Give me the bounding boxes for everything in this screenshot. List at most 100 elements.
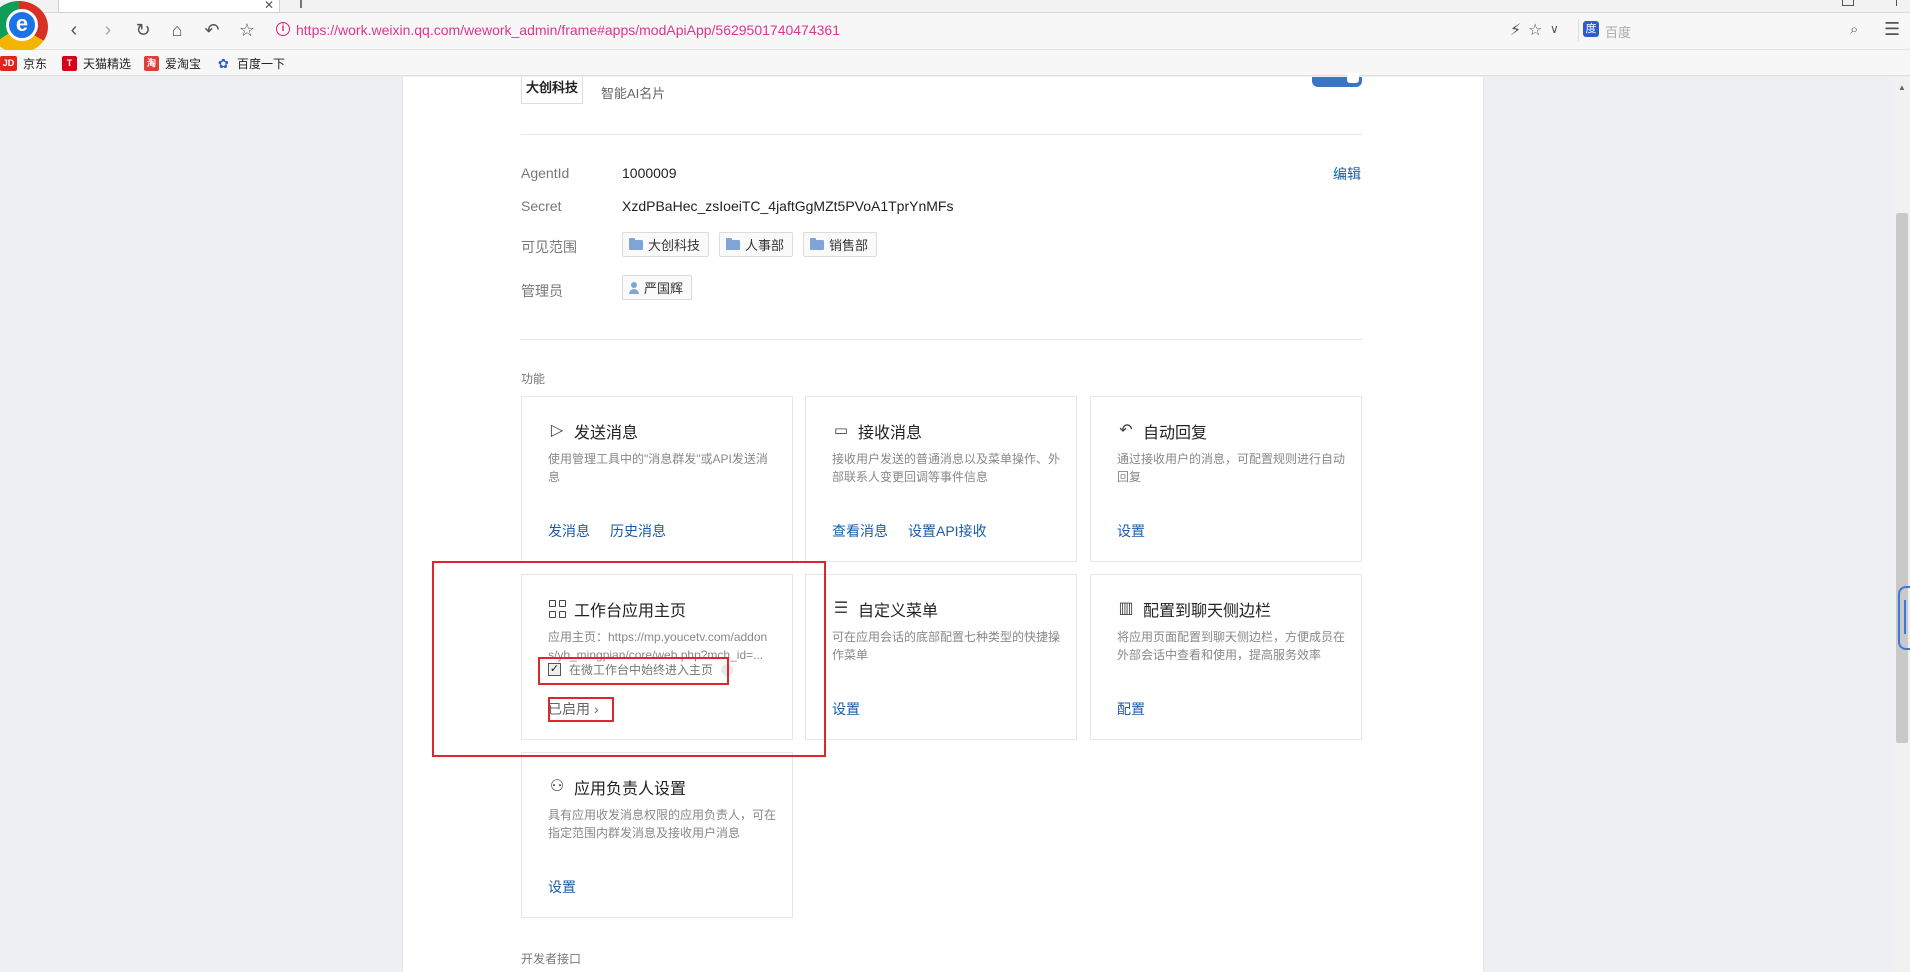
app-logo: 大创科技 bbox=[521, 77, 583, 104]
bookmark-jd[interactable]: JD 京东 bbox=[0, 55, 47, 72]
sidebar-configure-link[interactable]: 配置 bbox=[1117, 699, 1145, 719]
jd-icon: JD bbox=[0, 56, 17, 71]
scope-tag-label: 大创科技 bbox=[648, 238, 701, 253]
feature-description: 将应用页面配置到聊天侧边栏，方便成员在外部会话中查看和使用，提高服务效率 bbox=[1117, 630, 1345, 662]
set-api-receive-link[interactable]: 设置API接收 bbox=[908, 521, 987, 541]
menu-icon[interactable]: ☰ bbox=[1884, 19, 1900, 40]
feature-title: 工作台应用主页 bbox=[548, 597, 686, 621]
always-open-homepage-option[interactable]: ✓ 在微工作台中始终进入主页 bbox=[548, 661, 734, 678]
undo-close-tab-icon[interactable]: ↶ bbox=[200, 18, 224, 42]
feature-description: 可在应用会话的底部配置七种类型的快捷操作菜单 bbox=[832, 630, 1060, 662]
scope-tag-label: 人事部 bbox=[745, 238, 785, 253]
bookmarks-bar: JD 京东 T 天猫精选 淘 爱淘宝 ✿ 百度一下 bbox=[0, 50, 1910, 76]
site-info-icon[interactable]: i bbox=[276, 22, 290, 36]
divider bbox=[521, 134, 1362, 135]
feature-title: ▷ 发送消息 bbox=[548, 419, 638, 443]
folder-icon bbox=[810, 237, 824, 250]
feature-title: ⚇ 应用负责人设置 bbox=[549, 778, 687, 798]
baidu-paw-icon: ✿ bbox=[218, 56, 229, 71]
bookmark-label: 百度一下 bbox=[237, 57, 286, 71]
browser-tab[interactable] bbox=[58, 0, 280, 13]
feature-title: ↶ 自动回复 bbox=[1117, 419, 1207, 443]
developer-section-title: 开发者接口 bbox=[521, 952, 582, 966]
secret-value: XzdPBaHec_zsIoeiTC_4jaftGgMZt5PVoA1TprYn… bbox=[622, 198, 954, 214]
scroll-up-icon[interactable]: ▲ bbox=[1898, 83, 1906, 92]
help-icon[interactable] bbox=[721, 663, 734, 676]
person-icon bbox=[629, 281, 639, 294]
feature-card-chat-sidebar: ▥ 配置到聊天侧边栏 将应用页面配置到聊天侧边栏，方便成员在外部会话中查看和使用… bbox=[1090, 574, 1362, 740]
app-description: 智能AI名片 bbox=[601, 86, 666, 101]
new-tab-icon[interactable] bbox=[300, 0, 302, 8]
search-icon[interactable]: ⌕ bbox=[1850, 21, 1858, 38]
auto-reply-settings-link[interactable]: 设置 bbox=[1117, 521, 1145, 541]
back-icon[interactable]: ‹ bbox=[62, 18, 86, 42]
feature-title: ▭ 接收消息 bbox=[833, 422, 923, 442]
send-icon: ▷ bbox=[550, 422, 564, 439]
tmall-icon: T bbox=[62, 56, 77, 71]
sidebar-panel-icon: ▥ bbox=[1118, 600, 1134, 617]
view-messages-link[interactable]: 查看消息 bbox=[832, 521, 888, 541]
feature-title: ▥ 配置到聊天侧边栏 bbox=[1118, 600, 1272, 620]
reload-icon[interactable]: ↻ bbox=[131, 18, 155, 42]
feature-card-auto-reply: ↶ 自动回复 通过接收用户的消息，可配置规则进行自动回复 设置 bbox=[1090, 396, 1362, 562]
feature-description: 具有应用收发消息权限的应用负责人，可在指定范围内群发消息及接收用户消息 bbox=[548, 808, 776, 840]
window-restore-icon[interactable] bbox=[1842, 0, 1854, 6]
checkbox-label: 在微工作台中始终进入主页 bbox=[569, 663, 714, 677]
bookmark-baidu[interactable]: ✿ 百度一下 bbox=[216, 55, 285, 72]
folder-icon bbox=[726, 237, 740, 250]
window-close-icon[interactable] bbox=[1885, 0, 1897, 6]
feature-description: 使用管理工具中的"消息群发"或API发送消息 bbox=[548, 452, 768, 484]
feature-card-receive-message: ▭ 接收消息 接收用户发送的普通消息以及菜单操作、外部联系人变更回调等事件信息 … bbox=[805, 396, 1077, 562]
bookmark-label: 爱淘宝 bbox=[165, 57, 202, 71]
divider bbox=[521, 339, 1362, 340]
app-owner-settings-link[interactable]: 设置 bbox=[548, 877, 576, 897]
search-box[interactable]: 度 百度 bbox=[1578, 19, 1878, 41]
folder-icon bbox=[629, 237, 643, 250]
aitaobao-icon: 淘 bbox=[144, 56, 159, 71]
menu-list-icon: ☰ bbox=[833, 600, 849, 617]
scope-tag[interactable]: 大创科技 bbox=[622, 232, 710, 257]
scrollbar-thumb[interactable] bbox=[1896, 213, 1908, 743]
admin-label: 管理员 bbox=[521, 283, 563, 299]
homepage-enabled-link[interactable]: 已启用 › bbox=[548, 699, 599, 719]
feature-description: 接收用户发送的普通消息以及菜单操作、外部联系人变更回调等事件信息 bbox=[832, 452, 1060, 484]
admin-tag[interactable]: 严国辉 bbox=[622, 275, 693, 300]
baidu-paw-icon: 度 bbox=[1583, 21, 1599, 37]
edit-link[interactable]: 编辑 bbox=[1333, 164, 1361, 184]
app-enable-toggle[interactable] bbox=[1312, 73, 1362, 87]
page-scrollbar[interactable]: ▲ bbox=[1894, 77, 1910, 972]
address-dropdown-icon[interactable]: ∨ bbox=[1550, 22, 1559, 36]
custom-menu-settings-link[interactable]: 设置 bbox=[832, 699, 860, 719]
bookmark-label: 京东 bbox=[23, 57, 48, 71]
lightning-icon[interactable]: ⚡ bbox=[1510, 20, 1521, 40]
bookmark-aitaobao[interactable]: 淘 爱淘宝 bbox=[144, 55, 201, 72]
chevron-right-icon: › bbox=[594, 701, 599, 717]
secret-label: Secret bbox=[521, 198, 562, 214]
tab-close-icon[interactable]: ✕ bbox=[264, 0, 274, 12]
message-history-link[interactable]: 历史消息 bbox=[610, 521, 666, 541]
search-input[interactable]: 百度 bbox=[1605, 22, 1631, 41]
feature-card-workbench-homepage: 工作台应用主页 应用主页：https://mp.youcetv.com/addo… bbox=[521, 574, 793, 740]
favorite-star-icon[interactable]: ☆ bbox=[1528, 20, 1542, 40]
agentid-value: 1000009 bbox=[622, 165, 677, 181]
home-icon[interactable]: ⌂ bbox=[165, 18, 189, 42]
scope-label: 可见范围 bbox=[521, 239, 577, 255]
tab-bar: ✕ bbox=[0, 0, 1910, 13]
feature-card-app-owner: ⚇ 应用负责人设置 具有应用收发消息权限的应用负责人，可在指定范围内群发消息及接… bbox=[521, 752, 793, 918]
grid-icon bbox=[548, 600, 566, 618]
send-message-link[interactable]: 发消息 bbox=[548, 521, 590, 541]
scope-tag-label: 销售部 bbox=[829, 238, 869, 253]
bookmark-tmall[interactable]: T 天猫精选 bbox=[62, 55, 131, 72]
feature-card-send-message: ▷ 发送消息 使用管理工具中的"消息群发"或API发送消息 发消息 历史消息 bbox=[521, 396, 793, 562]
admin-name: 严国辉 bbox=[644, 281, 684, 296]
scope-tag[interactable]: 销售部 bbox=[803, 232, 878, 257]
feature-description: 通过接收用户的消息，可配置规则进行自动回复 bbox=[1117, 452, 1345, 484]
forward-icon[interactable]: › bbox=[96, 18, 120, 42]
bookmark-label: 天猫精选 bbox=[83, 57, 132, 71]
bookmark-star-icon[interactable]: ☆ bbox=[235, 18, 259, 42]
always-open-homepage-checkbox[interactable]: ✓ bbox=[548, 663, 561, 676]
status-text: 已启用 bbox=[548, 701, 590, 717]
scope-tag[interactable]: 人事部 bbox=[719, 232, 794, 257]
address-bar-url[interactable]: https://work.weixin.qq.com/wework_admin/… bbox=[296, 22, 840, 38]
feature-title: ☰ 自定义菜单 bbox=[833, 600, 939, 620]
